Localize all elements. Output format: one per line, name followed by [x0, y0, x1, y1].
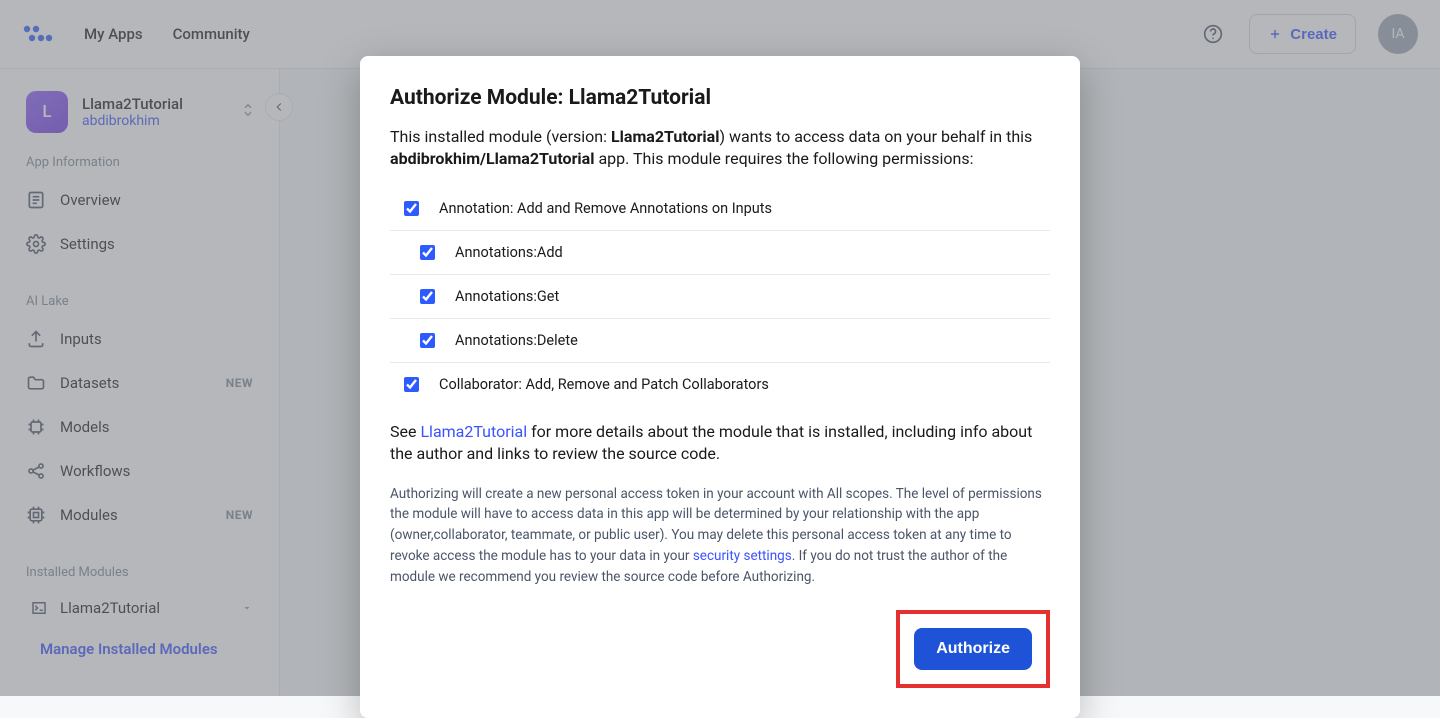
permission-checkbox[interactable]	[404, 377, 419, 392]
permission-label: Annotations:Delete	[455, 332, 578, 349]
authorize-button[interactable]: Authorize	[914, 628, 1032, 670]
permission-checkbox[interactable]	[420, 333, 435, 348]
permissions-list[interactable]: Annotation: Add and Remove Annotations o…	[390, 187, 1050, 393]
permission-label: Annotations:Add	[455, 244, 563, 261]
fineprint: Authorizing will create a new personal a…	[390, 484, 1050, 589]
authorize-highlight: Authorize	[896, 610, 1050, 688]
see-more-text: See Llama2Tutorial for more details abou…	[390, 421, 1050, 466]
permission-row: Annotations:Delete	[390, 319, 1050, 363]
modal-overlay: Authorize Module: Llama2Tutorial This in…	[0, 0, 1440, 696]
permission-checkbox[interactable]	[420, 289, 435, 304]
permission-row: Annotations:Get	[390, 275, 1050, 319]
permission-label: Collaborator: Add, Remove and Patch Coll…	[439, 376, 769, 393]
authorize-modal: Authorize Module: Llama2Tutorial This in…	[360, 56, 1080, 718]
permission-row: Annotations:Add	[390, 231, 1050, 275]
modal-lead: This installed module (version: Llama2Tu…	[390, 126, 1050, 171]
permission-checkbox[interactable]	[404, 201, 419, 216]
permission-row: Annotation: Add and Remove Annotations o…	[390, 187, 1050, 231]
permission-row: Collaborator: Add, Remove and Patch Coll…	[390, 363, 1050, 393]
permission-label: Annotation: Add and Remove Annotations o…	[439, 200, 772, 217]
permission-label: Annotations:Get	[455, 288, 559, 305]
module-link[interactable]: Llama2Tutorial	[420, 422, 527, 441]
permission-checkbox[interactable]	[420, 245, 435, 260]
modal-title: Authorize Module: Llama2Tutorial	[390, 86, 1050, 110]
security-settings-link[interactable]: security settings	[693, 548, 792, 564]
